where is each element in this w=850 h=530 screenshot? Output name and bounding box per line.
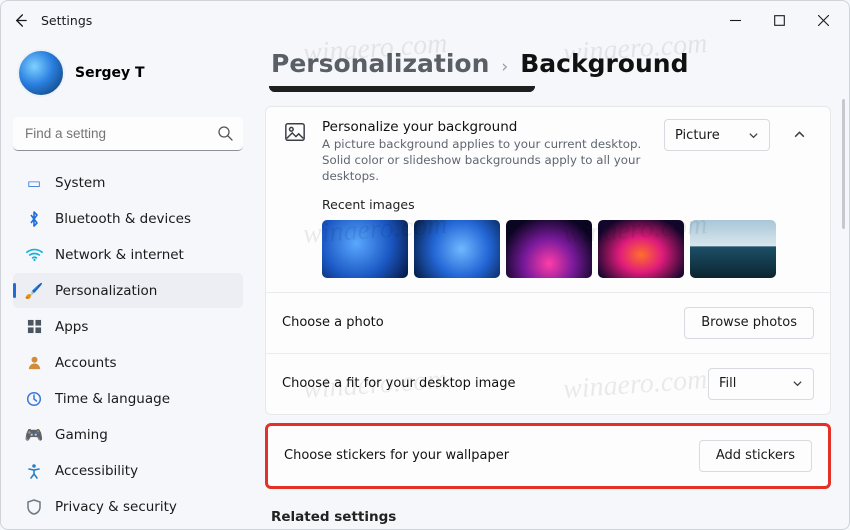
- paint-icon: 🖌️: [25, 282, 43, 300]
- sidebar-item-personalization[interactable]: 🖌️Personalization: [13, 273, 243, 308]
- back-button[interactable]: [5, 5, 35, 35]
- arrow-left-icon: [13, 13, 28, 28]
- breadcrumb: Personalization › Background: [265, 43, 831, 86]
- stickers-row: Choose stickers for your wallpaper Add s…: [268, 426, 828, 486]
- recent-images-label: Recent images: [322, 197, 814, 212]
- dropdown-value: Fill: [719, 376, 736, 391]
- choose-photo-row: Choose a photo Browse photos: [266, 292, 830, 353]
- avatar: [17, 49, 65, 97]
- sidebar-item-accessibility[interactable]: Accessibility: [13, 453, 243, 488]
- recent-thumbnails: [322, 220, 814, 278]
- apps-icon: [25, 318, 43, 336]
- shield-icon: [25, 498, 43, 516]
- chevron-up-icon: [793, 128, 806, 141]
- background-card: Personalize your background A picture ba…: [265, 106, 831, 415]
- background-type-dropdown[interactable]: Picture: [664, 119, 770, 151]
- fit-dropdown[interactable]: Fill: [708, 368, 814, 400]
- collapse-button[interactable]: [784, 119, 814, 149]
- recent-thumb[interactable]: [690, 220, 776, 278]
- choose-fit-label: Choose a fit for your desktop image: [282, 376, 516, 391]
- add-stickers-button[interactable]: Add stickers: [699, 440, 812, 472]
- sidebar-item-bluetooth[interactable]: Bluetooth & devices: [13, 201, 243, 236]
- nav: ▭System Bluetooth & devices Network & in…: [13, 165, 243, 529]
- accessibility-icon: [25, 462, 43, 480]
- picture-icon: [282, 119, 308, 145]
- recent-thumb[interactable]: [322, 220, 408, 278]
- close-icon: [818, 15, 829, 26]
- close-button[interactable]: [801, 5, 845, 35]
- profile-name: Sergey T: [75, 65, 145, 81]
- recent-thumb[interactable]: [506, 220, 592, 278]
- sidebar-item-update[interactable]: Windows Update: [13, 525, 243, 529]
- related-heading: Related settings: [271, 509, 829, 525]
- titlebar: Settings: [1, 1, 849, 39]
- stickers-card-highlighted: Choose stickers for your wallpaper Add s…: [265, 423, 831, 489]
- stickers-label: Choose stickers for your wallpaper: [284, 448, 509, 463]
- sidebar-item-privacy[interactable]: Privacy & security: [13, 489, 243, 524]
- search-icon: [217, 125, 233, 145]
- browse-photos-button[interactable]: Browse photos: [684, 307, 814, 339]
- dropdown-value: Picture: [675, 128, 720, 143]
- minimize-icon: [730, 15, 741, 26]
- choose-fit-row: Choose a fit for your desktop image Fill: [266, 353, 830, 414]
- choose-photo-label: Choose a photo: [282, 315, 384, 330]
- sidebar-item-gaming[interactable]: 🎮Gaming: [13, 417, 243, 452]
- desktop-preview: [269, 86, 535, 92]
- sidebar: Sergey T ▭System Bluetooth & devices Net…: [1, 39, 253, 529]
- breadcrumb-parent[interactable]: Personalization: [271, 49, 489, 78]
- sidebar-item-network[interactable]: Network & internet: [13, 237, 243, 272]
- main: Personalization › Background Personalize…: [253, 39, 849, 529]
- sidebar-item-accounts[interactable]: Accounts: [13, 345, 243, 380]
- person-icon: [25, 354, 43, 372]
- wifi-icon: [25, 246, 43, 264]
- maximize-icon: [774, 15, 785, 26]
- sidebar-item-apps[interactable]: Apps: [13, 309, 243, 344]
- recent-thumb[interactable]: [598, 220, 684, 278]
- sidebar-item-system[interactable]: ▭System: [13, 165, 243, 200]
- profile[interactable]: Sergey T: [13, 43, 243, 111]
- minimize-button[interactable]: [713, 5, 757, 35]
- scrollbar[interactable]: [842, 99, 845, 229]
- gaming-icon: 🎮: [25, 426, 43, 444]
- page-title: Background: [520, 49, 688, 78]
- related-settings: Related settings Contrast themes Color t…: [265, 493, 831, 529]
- window-title: Settings: [41, 13, 92, 28]
- search-box[interactable]: [13, 117, 243, 151]
- bluetooth-icon: [25, 210, 43, 228]
- sidebar-item-time[interactable]: Time & language: [13, 381, 243, 416]
- personalize-desc: A picture background applies to your cur…: [322, 137, 650, 185]
- clock-icon: [25, 390, 43, 408]
- personalize-title: Personalize your background: [322, 119, 650, 135]
- chevron-down-icon: [748, 130, 759, 141]
- search-input[interactable]: [13, 117, 243, 151]
- recent-thumb[interactable]: [414, 220, 500, 278]
- chevron-down-icon: [792, 378, 803, 389]
- maximize-button[interactable]: [757, 5, 801, 35]
- chevron-right-icon: ›: [501, 57, 508, 77]
- system-icon: ▭: [25, 174, 43, 192]
